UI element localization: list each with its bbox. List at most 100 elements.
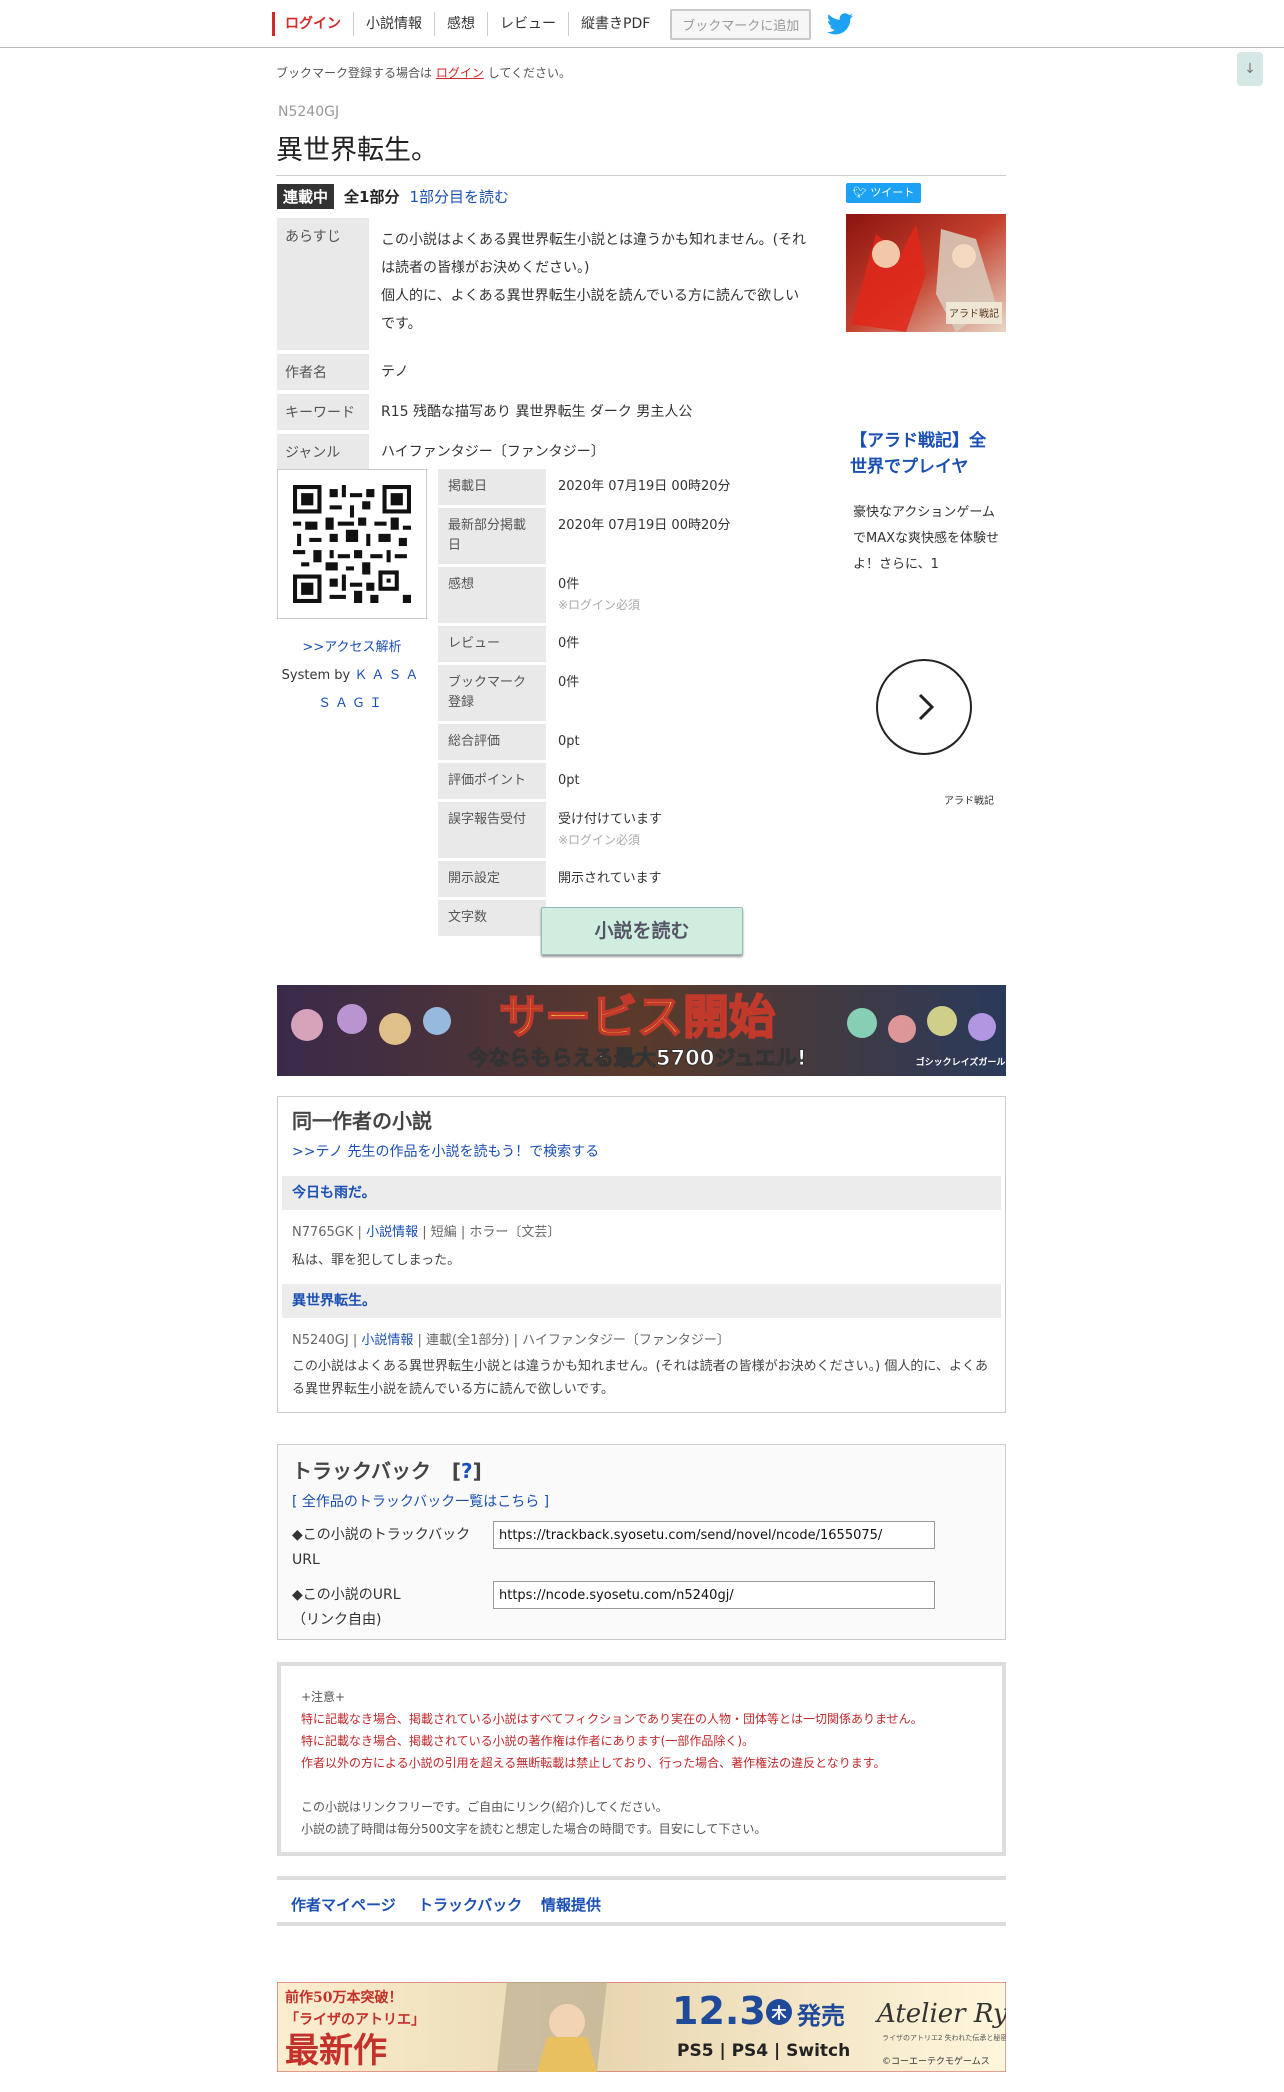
- author-row: 作者名 テノ: [277, 354, 819, 390]
- author-label: 作者名: [277, 354, 369, 390]
- banner2-company: ©コーエーテクモゲームス: [882, 2055, 990, 2067]
- points-label: 評価ポイント: [438, 763, 546, 799]
- notice-suffix: してください。: [487, 66, 571, 80]
- novel-url-label-text: ◆この小説のURL: [292, 1587, 401, 1603]
- note-line: 作者以外の方による小説の引用を超える無断転載は禁止しており、行った場合、著作権法…: [301, 1756, 886, 1770]
- scroll-down-tab[interactable]: ↓: [1237, 52, 1263, 86]
- note-line: 特に記載なき場合、掲載されている小説の著作権は作者にあります(一部作品除く)。: [301, 1734, 755, 1748]
- typo-login-note: ※ログイン必須: [558, 833, 641, 847]
- novel-meta-type: 短編: [430, 1225, 457, 1240]
- novel-title: 異世界転生。: [276, 128, 1006, 176]
- trackback-section: トラックバック [?] [ 全作品のトラックバック一覧はこちら ] ◆この小説の…: [277, 1444, 1006, 1640]
- status-row: 連載中 全1部分 1部分目を読む: [277, 184, 509, 209]
- genre-row: ジャンル ハイファンタジー〔ファンタジー〕: [277, 434, 819, 470]
- access-analysis-link[interactable]: >>アクセス解析: [277, 636, 427, 655]
- chevron-right-icon: [918, 693, 935, 721]
- novel-detail-table: 掲載日 2020年 07月19日 00時20分 最新部分掲載日 2020年 07…: [438, 469, 818, 939]
- same-author-novel-title[interactable]: 今日も雨だ。: [282, 1176, 1001, 1210]
- points-value: 0pt: [558, 773, 580, 788]
- typo-status: 受け付けています: [558, 812, 663, 827]
- ad-banner-gothic[interactable]: サービス開始 今ならもらえる最大5700ジュエル! ゴシックレイズガールズ: [277, 985, 1006, 1076]
- total-score: 0pt: [558, 734, 580, 749]
- impressions-row: 感想 0件 ※ログイン必須: [438, 567, 818, 623]
- disclosure-value: 開示されています: [558, 871, 662, 886]
- trackback-title: トラックバック: [292, 1459, 431, 1483]
- genre-label: ジャンル: [277, 434, 369, 470]
- notice-prefix: ブックマーク登録する場合は: [276, 66, 433, 80]
- banner2-left1: 前作50万本突破！: [285, 1989, 402, 2006]
- note-line: 特に記載なき場合、掲載されている小説はすべてフィクションであり実在の人物・団体等…: [301, 1712, 923, 1726]
- tweet-button[interactable]: 🐦︎ ツイート: [846, 183, 921, 203]
- posted-date: 2020年 07月19日 00時20分: [558, 479, 731, 494]
- banner2-date: 12.3: [672, 1989, 766, 2033]
- nav-novel-info[interactable]: 小説情報: [353, 12, 434, 36]
- same-author-novel-title[interactable]: 異世界転生。: [282, 1284, 1001, 1318]
- genre: ハイファンタジー〔ファンタジー〕: [381, 444, 605, 460]
- same-author-novel-meta: N5240GJ | 小説情報 | 連載(全1部分) | ハイファンタジー〔ファン…: [292, 1333, 730, 1348]
- ad-image-text: アラド戦記: [949, 307, 999, 320]
- impressions-login-note: ※ログイン必須: [558, 598, 641, 612]
- author-name: テノ: [381, 364, 409, 380]
- ad-next-button[interactable]: [876, 659, 972, 755]
- ad-title[interactable]: 【アラド戦記】全世界でプレイヤ: [850, 428, 1000, 480]
- keywords: R15 残酷な描写あり 異世界転生 ダーク 男主人公: [381, 404, 693, 420]
- banner2-left3: 最新作: [285, 2031, 387, 2071]
- typo-value: 受け付けています ※ログイン必須: [546, 802, 818, 858]
- note-line: この小説はリンクフリーです。ご自由にリンク(紹介)してください。: [301, 1800, 668, 1814]
- novel-meta-info-link[interactable]: 小説情報: [361, 1333, 413, 1348]
- footer-trackback-link[interactable]: トラックバック: [418, 1894, 522, 1915]
- novel-ncode: N5240GJ: [278, 104, 340, 120]
- chars-label: 文字数: [438, 900, 546, 936]
- read-novel-button[interactable]: 小説を読む: [541, 907, 743, 955]
- banner2-left2: 「ライザのアトリエ」: [285, 2011, 425, 2028]
- bookmarks-count: 0件: [558, 675, 580, 690]
- nav-vertical-pdf[interactable]: 縦書きPDF: [568, 12, 662, 36]
- banner-sub-text: 今ならもらえる最大5700ジュエル!: [468, 1046, 807, 1070]
- bookmarks-row: ブックマーク登録 0件: [438, 665, 818, 721]
- trackback-all-link[interactable]: [ 全作品のトラックバック一覧はこちら ]: [292, 1491, 549, 1511]
- notice-box: +注意+ 特に記載なき場合、掲載されている小説はすべてフィクションであり実在の人…: [277, 1662, 1006, 1856]
- total-row: 総合評価 0pt: [438, 724, 818, 760]
- author-mypage-link[interactable]: 作者マイページ: [291, 1894, 396, 1915]
- parts-count: 全1部分: [344, 188, 400, 206]
- impressions-label: 感想: [438, 567, 546, 623]
- typo-label: 誤字報告受付: [438, 802, 546, 858]
- reviews-row: レビュー 0件: [438, 626, 818, 662]
- ad-description: 豪快なアクションゲームでMAXな爽快感を体験せよ！さらに、1: [853, 505, 1000, 572]
- keyword-row: キーワード R15 残酷な描写あり 異世界転生 ダーク 男主人公: [277, 394, 819, 430]
- posted-label: 掲載日: [438, 469, 546, 505]
- nav-bar: ログイン 小説情報 感想 レビュー 縦書きPDF ブックマークに追加: [272, 8, 854, 40]
- bookmark-button[interactable]: ブックマークに追加: [670, 8, 812, 40]
- banner2-platforms: PS5 | PS4 | Switch: [677, 2041, 850, 2061]
- bookmark-notice: ブックマーク登録する場合は ログイン してください。: [276, 64, 571, 81]
- synopsis-row: あらすじ この小説はよくある異世界転生小説とは違うかも知れません。(それは読者の…: [277, 218, 819, 350]
- ad-banner-atelier[interactable]: 前作50万本突破！ 「ライザのアトリエ」 最新作 12.3 木 発売 PS5 |…: [277, 1982, 1006, 2072]
- novel-url-input[interactable]: [493, 1581, 935, 1609]
- trackback-url-label: ◆この小説のトラックバックURL: [292, 1527, 471, 1568]
- latest-label: 最新部分掲載日: [438, 508, 546, 564]
- notice-login-link[interactable]: ログイン: [436, 66, 484, 80]
- same-author-section: 同一作者の小説 >>テノ 先生の作品を小説を読もう！で検索する 今日も雨だ。 N…: [277, 1096, 1006, 1413]
- novel-meta-ncode: N5240GJ: [292, 1333, 349, 1348]
- disclosure-row: 開示設定 開示されています: [438, 861, 818, 897]
- trackback-help-link[interactable]: ?: [461, 1459, 473, 1483]
- nav-impressions[interactable]: 感想: [434, 12, 487, 36]
- author-search-link[interactable]: >>テノ 先生の作品を小説を読もう！で検索する: [292, 1141, 599, 1161]
- nav-login[interactable]: ログイン: [272, 12, 353, 36]
- footer-links: 作者マイページ トラックバック 情報提供: [277, 1876, 1006, 1926]
- twitter-icon[interactable]: [827, 13, 854, 35]
- read-first-link[interactable]: 1部分目を読む: [409, 186, 509, 207]
- novel-meta-info-link[interactable]: 小説情報: [366, 1225, 418, 1240]
- nav-reviews[interactable]: レビュー: [487, 12, 568, 36]
- info-provide-link[interactable]: 情報提供: [541, 1894, 601, 1915]
- qr-code-box: [277, 469, 427, 619]
- note-head: +注意+: [301, 1690, 346, 1704]
- banner-main-text: サービス開始: [499, 990, 775, 1044]
- gothic-banner-art: サービス開始 今ならもらえる最大5700ジュエル! ゴシックレイズガールズ: [277, 985, 1006, 1076]
- atelier-banner-art: 前作50万本突破！ 「ライザのアトリエ」 最新作 12.3 木 発売 PS5 |…: [277, 1982, 1006, 2072]
- banner2-release: 発売: [796, 2002, 845, 2030]
- latest-date: 2020年 07月19日 00時20分: [558, 518, 731, 533]
- trackback-url-input[interactable]: [493, 1521, 935, 1549]
- ad-image[interactable]: アラド戦記: [846, 214, 1006, 332]
- same-author-novel-desc: この小説はよくある異世界転生小説とは違うかも知れません。(それは読者の皆様がお決…: [292, 1359, 988, 1397]
